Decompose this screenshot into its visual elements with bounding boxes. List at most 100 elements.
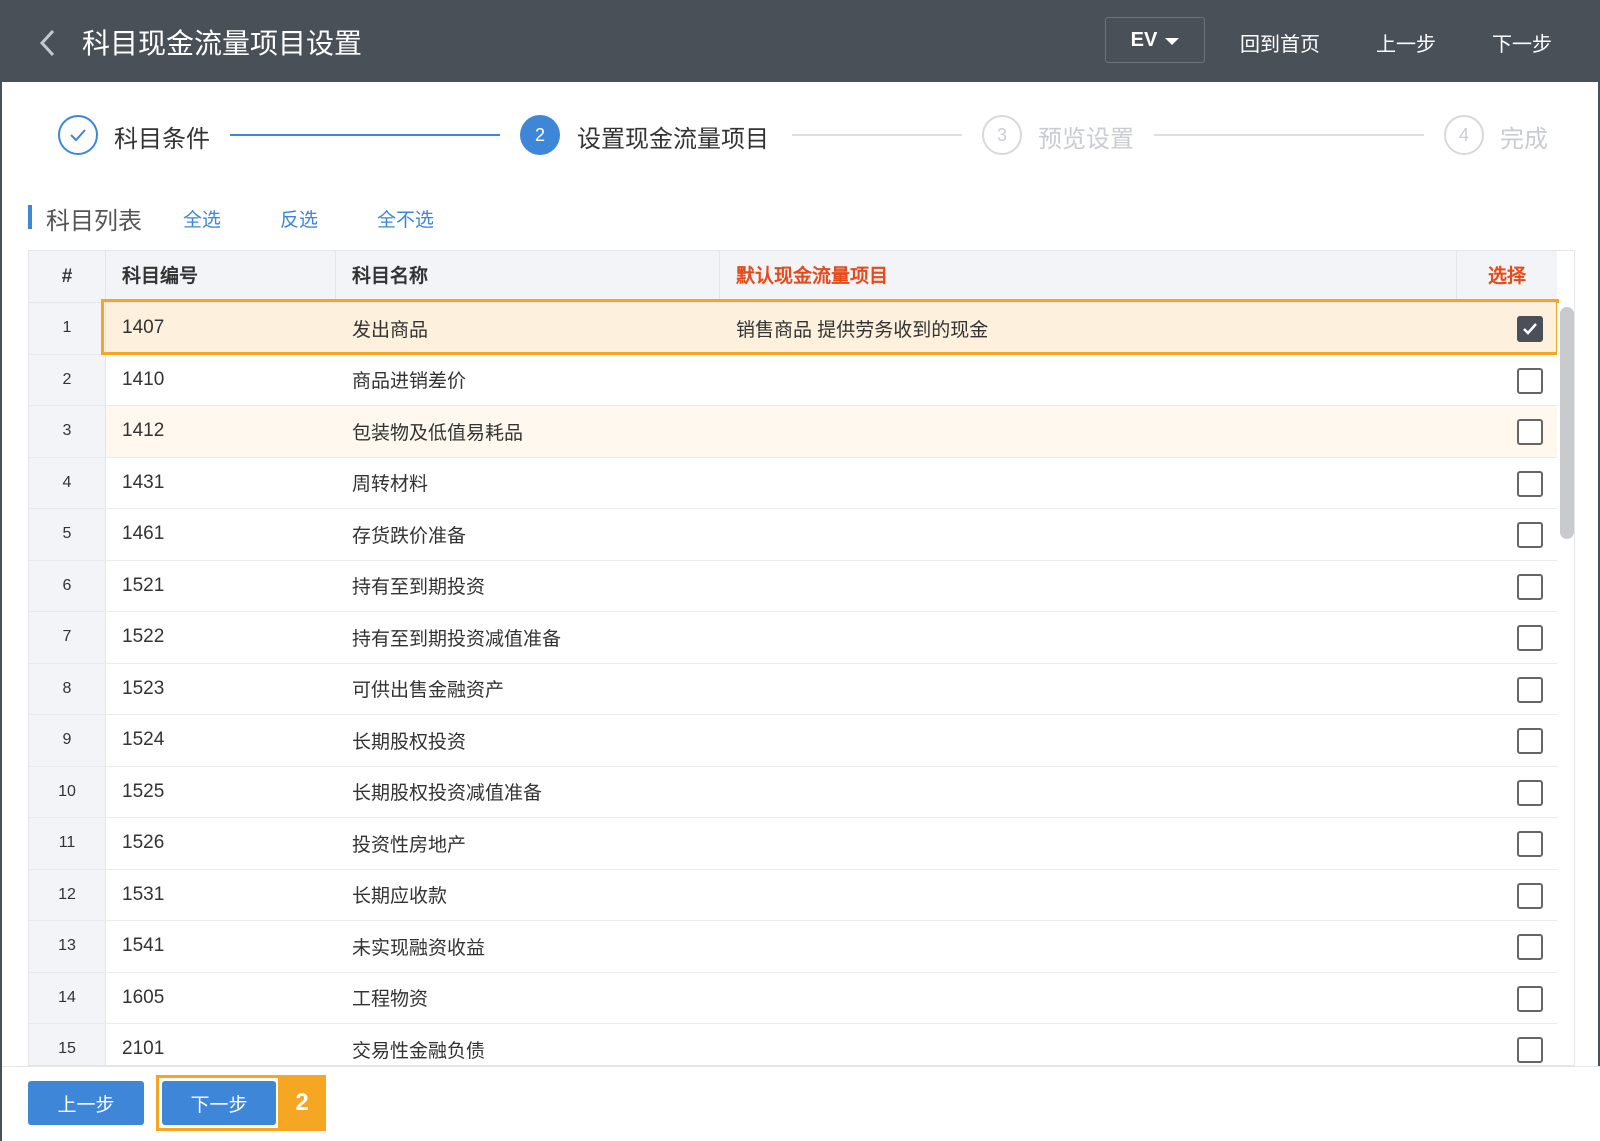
- row-select-checkbox[interactable]: [1517, 882, 1543, 909]
- account-code: 1524: [122, 729, 165, 751]
- table-row[interactable]: 1 1407 发出商品 销售商品 提供劳务收到的现金: [29, 303, 1557, 355]
- callout-badge: 2: [278, 1075, 326, 1131]
- header-next-button[interactable]: 下一步: [1492, 28, 1552, 57]
- row-number: 1: [29, 303, 106, 354]
- row-select-checkbox[interactable]: [1517, 625, 1543, 651]
- table-row[interactable]: 6 1521 持有至到期投资: [29, 560, 1557, 612]
- col-header-num: #: [29, 251, 106, 303]
- step-connector-1: [230, 134, 500, 136]
- row-select-checkbox[interactable]: [1517, 1037, 1543, 1063]
- row-select-checkbox[interactable]: [1517, 934, 1543, 960]
- row-number: 7: [29, 612, 106, 663]
- row-number: 2: [29, 354, 106, 405]
- table-row[interactable]: 15 2101 交易性金融负债: [29, 1024, 1557, 1065]
- table-row[interactable]: 4 1431 周转材料: [29, 457, 1557, 509]
- row-select-checkbox[interactable]: [1517, 676, 1543, 703]
- default-cashflow-item[interactable]: 销售商品 提供劳务收到的现金: [736, 303, 988, 354]
- account-code: 1521: [122, 574, 165, 596]
- table-row[interactable]: 11 1526 投资性房地产: [29, 818, 1557, 870]
- scrollbar-thumb[interactable]: [1560, 307, 1574, 539]
- ev-dropdown[interactable]: EV: [1105, 17, 1205, 63]
- row-number: 4: [29, 457, 106, 508]
- header-prev-button[interactable]: 上一步: [1376, 28, 1436, 57]
- account-name: 工程物资: [352, 989, 429, 1011]
- row-number: 11: [29, 818, 106, 869]
- account-code: 1431: [122, 471, 165, 493]
- account-code: 1541: [122, 935, 165, 957]
- ev-dropdown-value: EV: [1130, 28, 1158, 51]
- row-select-checkbox[interactable]: [1517, 728, 1543, 754]
- table-row[interactable]: 14 1605 工程物资: [29, 972, 1557, 1024]
- home-button[interactable]: 回到首页: [1240, 28, 1320, 57]
- col-header-code: 科目编号: [106, 251, 336, 303]
- step-connector-3: [1154, 134, 1424, 136]
- account-name: 商品进销差价: [352, 371, 467, 393]
- row-number: 5: [29, 509, 106, 560]
- table-row[interactable]: 2 1410 商品进销差价: [29, 354, 1557, 406]
- page-title: 科目现金流量项目设置: [82, 28, 363, 59]
- account-name: 持有至到期投资: [352, 577, 486, 599]
- table-body: 1 1407 发出商品 销售商品 提供劳务收到的现金 2 1410 商品进销差价 3 1412 包…: [29, 303, 1557, 1065]
- chevron-left-icon[interactable]: [36, 28, 60, 58]
- account-name: 投资性房地产: [352, 834, 467, 856]
- page: 科目现金流量项目设置 EV 回到首页 上一步 下一步 科目条件 2 设置现金流量…: [0, 0, 1600, 1141]
- top-bar: 科目现金流量项目设置 EV 回到首页 上一步 下一步: [2, 0, 1600, 82]
- account-code: 1526: [122, 832, 165, 854]
- table-row[interactable]: 10 1525 长期股权投资减值准备: [29, 766, 1557, 818]
- account-name: 可供出售金融资产: [352, 680, 505, 702]
- row-select-checkbox[interactable]: [1517, 522, 1543, 548]
- account-code: 1531: [122, 883, 165, 905]
- account-name: 长期应收款: [352, 886, 448, 908]
- row-number: 15: [29, 1024, 106, 1065]
- table-header: # 科目编号 科目名称 默认现金流量项目 选择: [29, 251, 1557, 303]
- account-code: 1523: [122, 677, 165, 699]
- section-title: 科目列表: [46, 208, 142, 235]
- prev-step-button[interactable]: 上一步: [28, 1081, 144, 1125]
- account-code: 1412: [122, 420, 165, 442]
- col-header-select: 选择: [1487, 266, 1526, 287]
- account-name: 发出商品: [352, 319, 429, 341]
- invert-selection-link[interactable]: 反选: [280, 205, 318, 232]
- account-code: 1461: [122, 523, 165, 545]
- row-number: 14: [29, 972, 106, 1023]
- next-step-button[interactable]: 下一步: [162, 1081, 276, 1125]
- select-none-link[interactable]: 全不选: [377, 205, 434, 232]
- row-select-checkbox[interactable]: [1517, 573, 1543, 600]
- col-header-name: 科目名称: [336, 251, 720, 303]
- step-connector-2: [792, 134, 962, 136]
- table-row[interactable]: 8 1523 可供出售金融资产: [29, 663, 1557, 715]
- table-row[interactable]: 12 1531 长期应收款: [29, 869, 1557, 921]
- row-select-checkbox[interactable]: [1517, 316, 1543, 342]
- row-number: 3: [29, 406, 106, 457]
- step-2-circle: 2: [520, 115, 560, 155]
- account-name: 交易性金融负债: [352, 1040, 486, 1062]
- row-select-checkbox[interactable]: [1517, 779, 1543, 806]
- step-2-label: 设置现金流量项目: [577, 126, 769, 153]
- account-code: 2101: [122, 1038, 165, 1060]
- step-3-circle: 3: [982, 115, 1022, 155]
- check-icon: [70, 129, 86, 142]
- table-row[interactable]: 7 1522 持有至到期投资减值准备: [29, 612, 1557, 664]
- account-name: 包装物及低值易耗品: [352, 422, 524, 444]
- row-number: 6: [29, 560, 106, 611]
- row-number: 8: [29, 663, 106, 714]
- row-select-checkbox[interactable]: [1517, 419, 1543, 445]
- account-name: 长期股权投资减值准备: [352, 783, 543, 805]
- row-select-checkbox[interactable]: [1517, 985, 1543, 1012]
- account-name: 未实现融资收益: [352, 937, 486, 959]
- table-row[interactable]: 9 1524 长期股权投资: [29, 715, 1557, 767]
- row-select-checkbox[interactable]: [1517, 470, 1543, 497]
- account-name: 长期股权投资: [352, 731, 467, 753]
- step-3-label: 预览设置: [1038, 126, 1134, 153]
- account-code: 1522: [122, 626, 165, 648]
- table-row[interactable]: 13 1541 未实现融资收益: [29, 921, 1557, 973]
- row-number: 12: [29, 869, 106, 920]
- caret-down-icon: [1165, 37, 1180, 45]
- select-all-link[interactable]: 全选: [183, 205, 221, 232]
- row-select-checkbox[interactable]: [1517, 367, 1543, 394]
- table-row[interactable]: 5 1461 存货跌价准备: [29, 509, 1557, 561]
- account-code: 1407: [122, 317, 165, 339]
- table-row[interactable]: 3 1412 包装物及低值易耗品: [29, 406, 1557, 458]
- account-table: # 科目编号 科目名称 默认现金流量项目 选择 1 1407 发出商品 销售商品 提供…: [28, 250, 1575, 1066]
- row-select-checkbox[interactable]: [1517, 831, 1543, 857]
